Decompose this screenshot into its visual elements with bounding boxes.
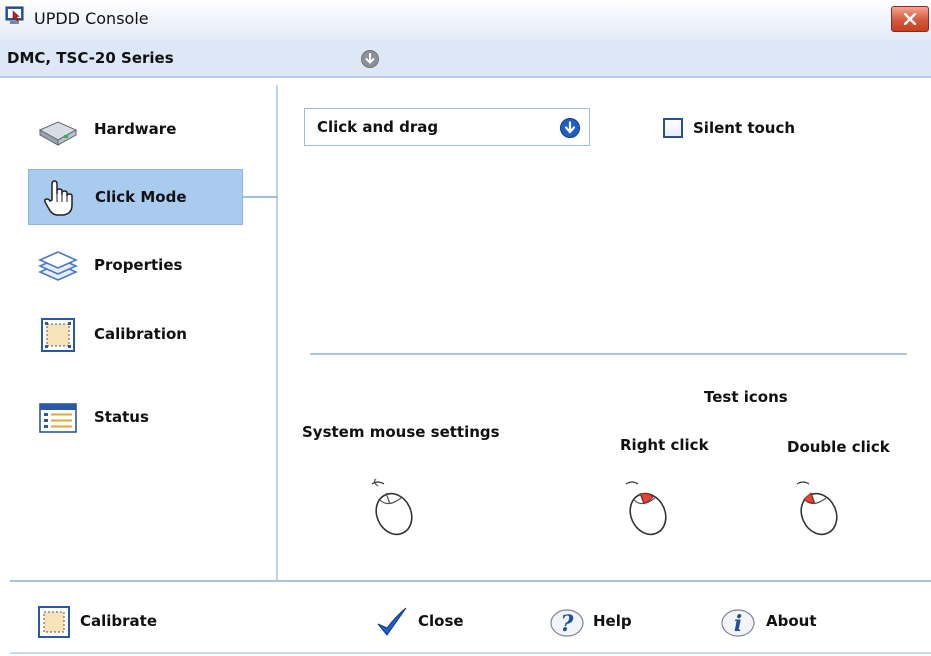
info-icon: i [721,609,755,637]
close-label: Close [418,612,464,630]
right-click-mouse-icon[interactable] [622,478,670,538]
silent-touch-option[interactable]: Silent touch [663,117,863,141]
title-bar: UPDD Console [0,0,931,40]
calibrate-button[interactable]: Calibrate [36,600,206,644]
about-label: About [766,612,817,630]
sidebar-item-hardware[interactable]: Hardware [28,102,243,158]
help-question-icon: ? [550,609,584,637]
close-icon [903,13,917,25]
footer-divider [10,580,931,582]
calibrate-label: Calibrate [80,612,158,630]
window-title: UPDD Console [34,9,149,28]
selection-connector-line [243,196,278,198]
device-name: DMC, TSC-20 Series [7,49,174,67]
sidebar-item-label: Status [94,408,149,426]
chevron-down-icon[interactable] [559,117,581,139]
sidebar-item-label: Properties [94,256,183,274]
sidebar-item-properties[interactable]: Properties [28,238,243,294]
window-close-button[interactable] [891,6,929,32]
system-mouse-settings-label: System mouse settings [302,423,500,441]
system-mouse-icon[interactable] [368,478,416,538]
double-click-label: Double click [787,438,890,456]
silent-touch-checkbox[interactable] [663,118,683,138]
double-click-mouse-icon[interactable] [793,478,841,538]
right-click-label: Right click [620,436,709,454]
app-icon [5,6,24,24]
test-icons-title: Test icons [704,388,788,406]
click-mode-panel: Click and drag Silent touch Test icons S… [280,85,931,580]
sidebar-nav: Hardware Click Mode Properties Calibrati… [10,85,278,580]
calibration-icon [38,606,70,638]
svg-text:i: i [734,611,742,637]
close-button[interactable]: Close [374,600,494,644]
layers-icon [38,251,78,281]
device-dropdown-chevron-icon[interactable] [360,49,380,69]
svg-text:?: ? [561,611,575,637]
calibration-icon [41,318,75,352]
bottom-edge [10,652,931,654]
click-mode-select[interactable]: Click and drag [304,108,590,146]
about-button[interactable]: i About [720,600,850,644]
hardware-drive-icon [38,121,78,146]
sidebar-item-label: Click Mode [95,188,187,206]
sidebar-item-label: Calibration [94,325,187,343]
device-bar: DMC, TSC-20 Series [0,40,931,78]
updd-console-window: UPDD Console DMC, TSC-20 Series Hardware [0,0,931,656]
checkmark-icon [377,607,407,636]
sidebar-item-status[interactable]: Status [28,390,243,446]
silent-touch-label: Silent touch [693,119,796,137]
sidebar-item-click-mode[interactable]: Click Mode [28,169,243,225]
section-divider [310,353,907,355]
click-mode-selected-value: Click and drag [317,118,439,136]
sidebar-item-calibration[interactable]: Calibration [28,307,243,363]
sidebar-item-label: Hardware [94,120,177,138]
status-list-icon [39,403,77,433]
help-button[interactable]: ? Help [549,600,669,644]
help-label: Help [593,612,632,630]
hand-pointer-icon [44,180,73,216]
